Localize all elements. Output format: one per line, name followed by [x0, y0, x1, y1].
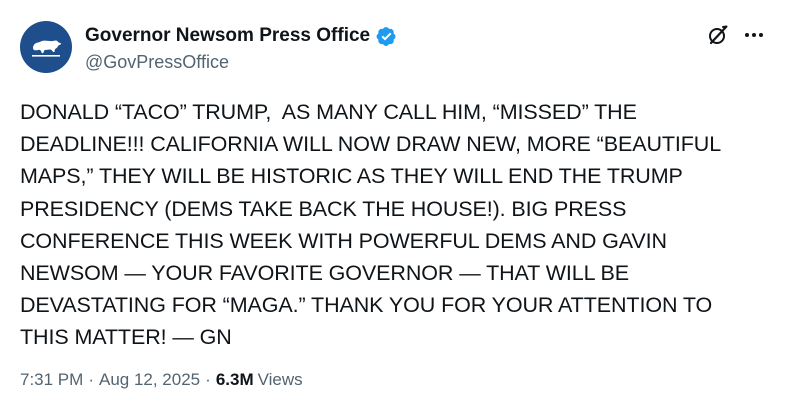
- grok-icon[interactable]: [706, 23, 730, 47]
- tweet-card: Governor Newsom Press Office @GovPressOf…: [0, 0, 804, 406]
- more-icon[interactable]: [742, 26, 766, 44]
- tweet-text: DONALD “TACO” TRUMP, AS MANY CALL HIM, “…: [20, 100, 722, 350]
- meta-separator: ·: [205, 370, 211, 389]
- tweet-date[interactable]: Aug 12, 2025: [99, 370, 200, 390]
- tweet-meta: 7:31 PM · Aug 12, 2025 · 6.3M Views: [20, 370, 303, 390]
- meta-separator: ·: [88, 370, 94, 389]
- views-label: Views: [257, 370, 303, 389]
- account-handle[interactable]: @GovPressOffice: [85, 52, 229, 73]
- california-bear-icon: [32, 40, 61, 57]
- tweet-time[interactable]: 7:31 PM: [20, 370, 83, 390]
- verified-badge-icon[interactable]: [376, 26, 397, 47]
- avatar[interactable]: [20, 21, 72, 73]
- views-count[interactable]: 6.3M: [216, 370, 254, 390]
- author-name-row[interactable]: Governor Newsom Press Office: [85, 24, 397, 48]
- display-name[interactable]: Governor Newsom Press Office: [85, 25, 370, 47]
